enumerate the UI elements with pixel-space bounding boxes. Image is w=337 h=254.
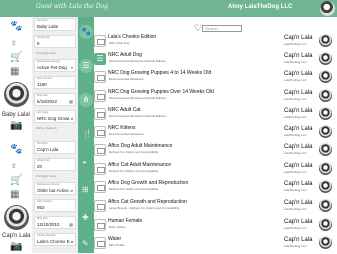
- document-icon: [94, 163, 106, 175]
- pet-form-column: Pet Name Baby Lala! Weight (kg) 8 Pet We…: [32, 17, 78, 253]
- settings-icon[interactable]: ✚: [82, 213, 89, 222]
- paw-icon[interactable]: 🐾: [10, 145, 22, 155]
- list-item[interactable]: Water Misc Profile Cap'n Lala LalaTheDog…: [94, 234, 337, 254]
- cart-icon[interactable]: 🛒: [10, 176, 22, 186]
- calendar-icon[interactable]: ▦: [69, 222, 73, 227]
- paw-icon[interactable]: 🐾: [10, 22, 22, 32]
- owner-avatar: [319, 107, 332, 120]
- list-item[interactable]: Affco Cat Growth and Reproduction Large …: [94, 197, 337, 217]
- maintenance-energy-select[interactable]: Maintenance Energy Active Pet Dog ▾: [34, 59, 76, 72]
- cart-icon[interactable]: ⊞: [82, 185, 89, 194]
- brand-logo: Good with Lala the Dog: [36, 3, 108, 10]
- list-item[interactable]: ☰ NRC Adult Dog Recommended Allowance (D…: [94, 50, 337, 70]
- paw-button[interactable]: 🐾: [79, 25, 93, 39]
- list-item[interactable]: NRC Adult Cat Recommended Allowance (Def…: [94, 105, 337, 125]
- list-item[interactable]: Affco Cat Adult Maintenance Defined For …: [94, 160, 337, 180]
- owner-avatar: [319, 52, 332, 65]
- document-icon: [94, 35, 106, 47]
- owner-avatar: [319, 199, 332, 212]
- birth-date-field[interactable]: Birth date 5/18/2022 ▦: [34, 93, 76, 106]
- account-avatar[interactable]: [320, 1, 335, 16]
- daily-calories-field[interactable]: Daily Calories 953: [34, 199, 76, 212]
- cart-icon[interactable]: 🛒: [10, 53, 22, 63]
- owner-avatar: [319, 143, 332, 156]
- pet-name-label: Baby Lala!: [2, 112, 31, 118]
- account-name[interactable]: Ahoy LalaTheDog LLC: [228, 4, 292, 10]
- chevron-down-icon: ▾: [70, 188, 73, 193]
- daily-calories-field[interactable]: Daily Calories 1190: [34, 76, 76, 89]
- chevron-down-icon: ▾: [70, 65, 73, 70]
- selected-check-icon: ☰: [94, 53, 106, 65]
- birth-date-field[interactable]: Birth date 12/10/2010 ▦: [34, 216, 76, 229]
- document-icon: [94, 181, 106, 193]
- pet-avatar[interactable]: [4, 205, 29, 230]
- search-input[interactable]: Search: [202, 25, 242, 32]
- list-item[interactable]: NRC Dog Growing Puppies 4 to 14 Weeks Ol…: [94, 68, 337, 88]
- owner-avatar: [319, 162, 332, 175]
- weight-group-label: Pet Weight Group: [36, 175, 56, 178]
- list-item[interactable]: Human Female Daily Values Cap'n Lala Lal…: [94, 216, 337, 236]
- document-icon: [94, 71, 106, 83]
- calorie-standard-select[interactable]: Calorie Standard Lala's Chonko E... ▾: [34, 233, 76, 246]
- weight-group-label: Pet Weight Group: [36, 52, 56, 55]
- fork-knife-icon[interactable]: 🍴: [82, 129, 92, 138]
- list-item[interactable]: Lala's Chonko Edition NRC Adult Dog Cap'…: [94, 32, 337, 52]
- document-icon: [94, 126, 106, 138]
- owner-avatar: [319, 218, 332, 231]
- calendar-icon[interactable]: ▦: [69, 99, 73, 104]
- owner-avatar: [319, 180, 332, 193]
- pet-name-field[interactable]: Pet Name Cap'n Lala: [34, 141, 76, 154]
- camera-icon[interactable]: 📷: [10, 242, 22, 252]
- list-item[interactable]: Affco Dog Adult Maintenance Defined For …: [94, 141, 337, 161]
- life-stage-select[interactable]: Life Stage NRC Dog Growi... ▾: [34, 110, 76, 123]
- weight-field[interactable]: Weight (kg) 8: [34, 35, 76, 48]
- top-bar: Good with Lala the Dog Ahoy LalaTheDog L…: [0, 0, 337, 17]
- pet-name-field[interactable]: Pet Name Baby Lala!: [34, 18, 76, 31]
- calculator-icon[interactable]: ▦: [10, 67, 19, 77]
- list-button[interactable]: ☰: [79, 59, 93, 73]
- camera-icon[interactable]: 📷: [10, 121, 22, 131]
- owner-avatar: [319, 70, 332, 83]
- list-item[interactable]: NRC Dog Growing Puppies Over 14 Weeks Ol…: [94, 87, 337, 107]
- chevron-down-icon: ▾: [70, 116, 73, 121]
- owner-avatar: [319, 89, 332, 102]
- maintenance-energy-select[interactable]: Maintenance Energy Older but Active... ▾: [34, 182, 76, 195]
- tool-sidebar: 🐾 ☰ ⋔ 🍴 ◒ ⊞ ✚ ✎: [78, 17, 94, 253]
- pet-avatar[interactable]: [4, 82, 29, 107]
- document-icon: [94, 144, 106, 156]
- list-item[interactable]: NRC Kittens Recommended Allowance Cap'n …: [94, 123, 337, 143]
- chevron-down-icon: ▾: [70, 239, 73, 244]
- share-button[interactable]: ⋔: [79, 93, 93, 107]
- document-icon: [94, 108, 106, 120]
- document-icon: [94, 237, 106, 249]
- list-item[interactable]: Affco Dog Growth and Reproduction Define…: [94, 178, 337, 198]
- kibbles-label: Kibbles / Meals (4): [36, 127, 57, 130]
- pet-icon-column: 🐾 ♀ 🛒 ▦ Baby Lala! 📷 🐾 ♀ 🛒 ▦ Cap'n Lala …: [0, 17, 32, 253]
- pet-name-label: Cap'n Lala: [2, 233, 31, 239]
- calculator-icon[interactable]: ▦: [10, 190, 19, 200]
- weight-field[interactable]: Weight (kg) 20: [34, 158, 76, 171]
- gender-icon: ♀: [10, 38, 18, 49]
- owner-avatar: [319, 236, 332, 249]
- document-icon: [94, 90, 106, 102]
- owner-avatar: [319, 34, 332, 47]
- profiles-panel: ♡ Search Lala's Chonko Edition NRC Adult…: [94, 17, 337, 253]
- bowl-icon[interactable]: ◒: [82, 157, 87, 166]
- owner-avatar: [319, 125, 332, 138]
- document-icon: [94, 200, 106, 212]
- edit-icon[interactable]: ✎: [82, 239, 89, 248]
- gender-icon: ♀: [10, 161, 18, 172]
- document-icon: [94, 219, 106, 231]
